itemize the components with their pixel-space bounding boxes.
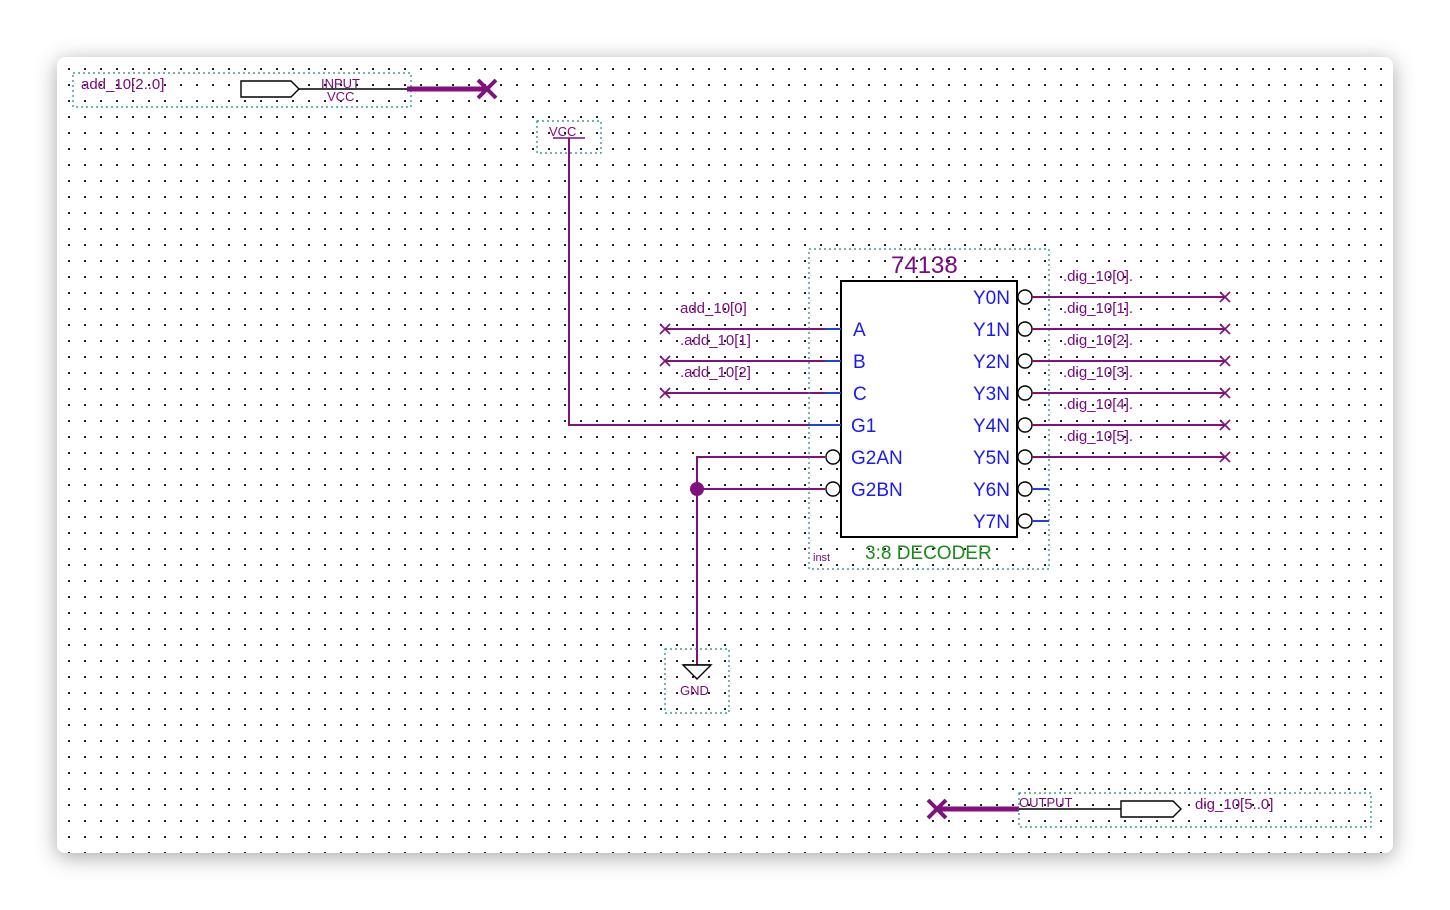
pin-y6n-bubble: [1017, 481, 1033, 497]
decoder-description: 3:8 DECODER: [865, 543, 992, 564]
net-label-b: .add_10[1]: [680, 332, 751, 349]
pin-g2bn-bubble: [825, 481, 841, 497]
input-port-default: VCC: [327, 89, 354, 104]
output-net-wires[interactable]: .dig_10[0]. .dig_10[1]. .dig_10[2]. .dig…: [1032, 268, 1231, 463]
pin-label-y6n: Y6N: [973, 480, 1010, 501]
input-port-pin-shape: [240, 80, 300, 98]
net-label-c: .add_10[2]: [680, 364, 751, 381]
schematic-drawing[interactable]: add_10[2..0] INPUT VCC VCC GND add_10[0]: [57, 57, 1393, 853]
pin-label-g2an: G2AN: [851, 448, 903, 469]
output-port-name: dig_10[5..0]: [1195, 796, 1273, 813]
pin-label-y4n: Y4N: [973, 416, 1010, 437]
decoder-74138[interactable]: 74138 3:8 DECODER inst A B C G1 G2AN G2B…: [808, 248, 1050, 570]
pin-label-y3n: Y3N: [973, 384, 1010, 405]
pin-label-c: C: [853, 384, 867, 405]
pin-label-y2n: Y2N: [973, 352, 1010, 373]
decoder-part-number: 74138: [891, 252, 958, 279]
pin-y2n-bubble: [1017, 353, 1033, 369]
pin-y7n-bubble: [1017, 513, 1033, 529]
pin-y0n-bubble: [1017, 289, 1033, 305]
pin-g2an-bubble: [825, 449, 841, 465]
net-label-y0n: .dig_10[0].: [1063, 268, 1133, 285]
net-label-a: add_10[0]: [680, 300, 747, 317]
pin-label-y1n: Y1N: [973, 320, 1010, 341]
schematic-canvas[interactable]: add_10[2..0] INPUT VCC VCC GND add_10[0]: [57, 57, 1393, 853]
net-label-y1n: .dig_10[1].: [1063, 300, 1133, 317]
pin-y3n-bubble: [1017, 385, 1033, 401]
net-label-y3n: .dig_10[3].: [1063, 364, 1133, 381]
pin-label-y5n: Y5N: [973, 448, 1010, 469]
pin-label-b: B: [853, 352, 866, 373]
pin-y1n-bubble: [1017, 321, 1033, 337]
vcc-label: VCC: [549, 124, 576, 139]
net-label-y2n: .dig_10[2].: [1063, 332, 1133, 349]
input-net-wires[interactable]: add_10[0] .add_10[1] .add_10[2]: [659, 300, 841, 399]
gnd-triangle-icon: [681, 664, 713, 680]
output-port-pin-shape: [1120, 800, 1182, 818]
net-label-y4n: .dig_10[4].: [1063, 396, 1133, 413]
net-label-y5n: .dig_10[5].: [1063, 428, 1133, 445]
pin-y5n-bubble: [1017, 449, 1033, 465]
output-port-type: OUTPUT: [1019, 795, 1073, 810]
decoder-instance-name: inst: [813, 552, 830, 564]
pin-label-y7n: Y7N: [973, 512, 1010, 533]
pin-label-g1: G1: [851, 416, 876, 437]
pin-y4n-bubble: [1017, 417, 1033, 433]
gnd-label: GND: [680, 683, 709, 698]
pin-label-y0n: Y0N: [973, 288, 1010, 309]
junction-dot: [690, 482, 704, 496]
pin-label-a: A: [853, 320, 866, 341]
vcc-wire-to-g1[interactable]: [568, 138, 841, 426]
output-port[interactable]: OUTPUT dig_10[5..0]: [926, 792, 1372, 828]
input-port-name: add_10[2..0]: [81, 76, 164, 93]
pin-label-g2bn: G2BN: [851, 480, 903, 501]
input-port[interactable]: add_10[2..0] INPUT VCC: [72, 72, 498, 108]
